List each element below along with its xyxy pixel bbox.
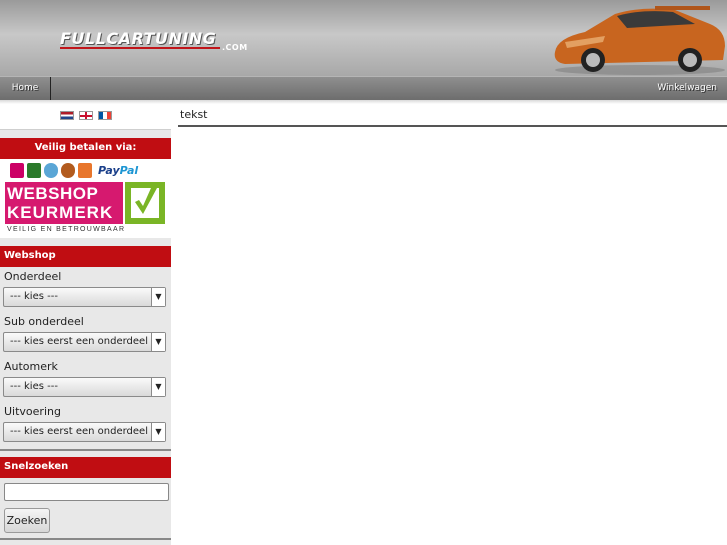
divider <box>0 538 171 540</box>
search-button[interactable]: Zoeken <box>4 508 50 533</box>
ideal-icon <box>10 162 24 178</box>
nav-home-link[interactable]: Home <box>0 77 51 100</box>
chevron-down-icon: ▼ <box>151 378 165 396</box>
bank-wave-icon <box>78 162 92 178</box>
webshop-keurmerk-badge[interactable]: WEBSHOP KEURMERK VEILIG EN BETROUWBAAR <box>0 181 171 238</box>
sub-onderdeel-select[interactable]: --- kies eerst een onderdeel --- ▼ <box>3 332 166 352</box>
paypal-part-b: Pal <box>119 163 139 177</box>
payment-methods: PayPal <box>0 159 171 181</box>
chevron-down-icon: ▼ <box>151 423 165 441</box>
main-nav: Home Winkelwagen <box>0 76 727 100</box>
uitvoering-select[interactable]: --- kies eerst een onderdeel --- ▼ <box>3 422 166 442</box>
sub-onderdeel-label: Sub onderdeel <box>4 315 84 328</box>
keurmerk-line2: KEURMERK <box>7 203 114 222</box>
french-flag-icon[interactable] <box>97 111 112 120</box>
site-header: FULLCARTUNING .COM <box>0 0 727 76</box>
english-flag-icon[interactable] <box>78 111 93 120</box>
bank-shield-icon <box>27 162 41 178</box>
sidebar: Veilig betalen via: PayPal WEBSHOP KEURM… <box>0 104 171 545</box>
chevron-down-icon: ▼ <box>151 288 165 306</box>
main-content: tekst <box>178 104 727 127</box>
content-text: tekst <box>180 108 208 121</box>
logo-suffix: .COM <box>222 43 248 52</box>
automerk-label: Automerk <box>4 360 58 373</box>
webshop-filters: Onderdeel --- kies --- ▼ Sub onderdeel --… <box>0 267 171 442</box>
search-input[interactable] <box>4 483 169 501</box>
sports-car-image <box>554 6 725 75</box>
language-switcher <box>0 104 171 130</box>
dutch-flag-icon[interactable] <box>59 111 74 120</box>
logo-underline <box>60 47 220 49</box>
uitvoering-label: Uitvoering <box>4 405 61 418</box>
bank-stack-icon <box>61 162 75 178</box>
keurmerk-subline: VEILIG EN BETROUWBAAR <box>7 226 126 233</box>
bank-icon <box>44 162 58 178</box>
keurmerk-line1: WEBSHOP <box>7 184 99 203</box>
chevron-down-icon: ▼ <box>151 333 165 351</box>
check-glyph-icon <box>135 188 157 214</box>
paypal-logo: PayPal <box>98 164 138 177</box>
checkmark-icon <box>125 182 165 224</box>
automerk-select[interactable]: --- kies --- ▼ <box>3 377 166 397</box>
onderdeel-label: Onderdeel <box>4 270 62 283</box>
keurmerk-text-box: WEBSHOP KEURMERK <box>5 182 123 224</box>
webshop-heading: Webshop <box>0 246 171 267</box>
onderdeel-select[interactable]: --- kies --- ▼ <box>3 287 166 307</box>
nav-cart-link[interactable]: Winkelwagen <box>657 77 717 100</box>
spacer <box>0 238 171 246</box>
spacer <box>0 130 171 138</box>
search-heading: Snelzoeken <box>0 457 171 478</box>
payment-heading: Veilig betalen via: <box>0 138 171 159</box>
paypal-part-a: Pay <box>98 163 120 177</box>
site-logo[interactable]: FULLCARTUNING <box>60 29 216 48</box>
